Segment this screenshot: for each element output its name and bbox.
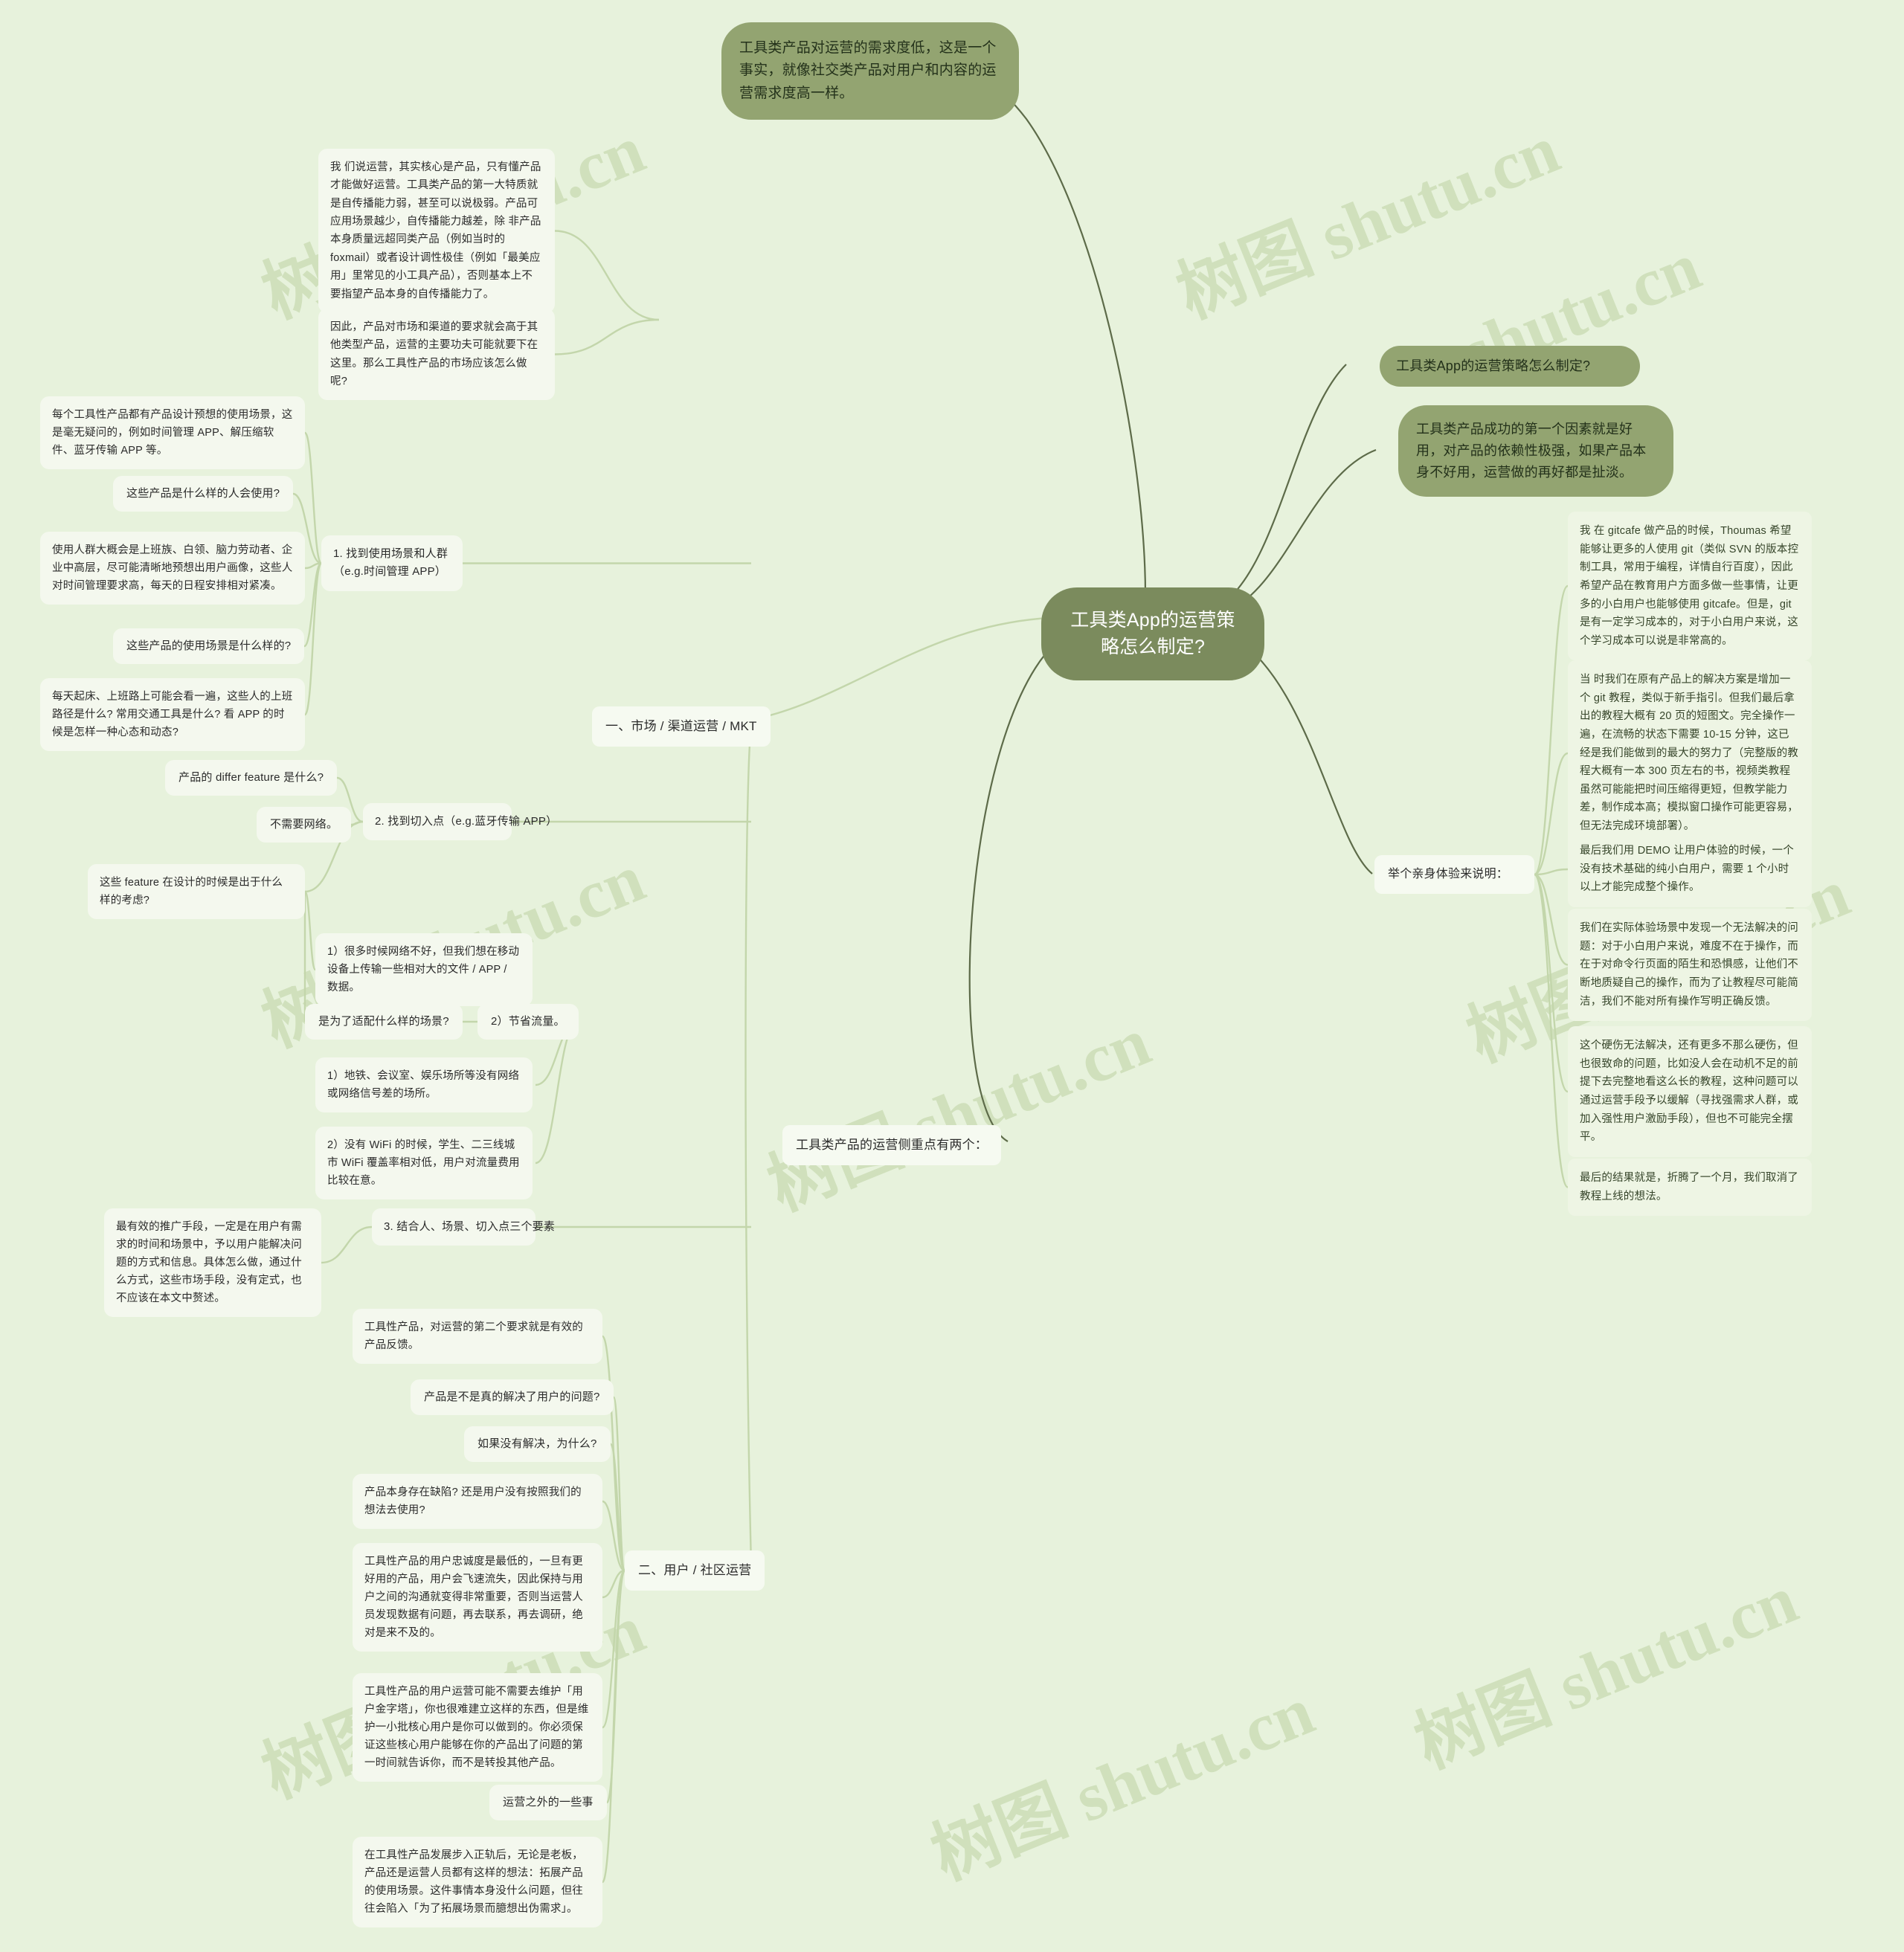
branch-one-node[interactable]: 一、市场 / 渠道运营 / MKT — [592, 706, 771, 747]
branch-one-content-5[interactable]: 每天起床、上班路上可能会看一遍，这些人的上班路径是什么? 常用交通工具是什么? … — [40, 678, 305, 752]
branch-one-content-14[interactable]: 最有效的推广手段，一定是在用户有需求的时间和场景中，予以用户能解决问题的方式和信… — [104, 1208, 321, 1318]
branch-one-content-10[interactable]: 是为了适配什么样的场景? — [305, 1004, 463, 1040]
branch-one-sub-2[interactable]: 2. 找到切入点（e.g.蓝牙传输 APP） — [363, 803, 557, 841]
branch-one-content-2[interactable]: 这些产品是什么样的人会使用? — [113, 476, 294, 512]
branch-one-content-8[interactable]: 这些 feature 在设计的时候是出于什么样的考虑? — [88, 864, 305, 920]
right-column-node-6[interactable]: 最后的结果就是，折腾了一个月，我们取消了教程上线的想法。 — [1568, 1159, 1812, 1217]
left-top-node-2[interactable]: 因此，产品对市场和渠道的要求就会高于其他类型产品，运营的主要功夫可能就要下在这里… — [318, 309, 555, 401]
branch-two-content-1[interactable]: 工具性产品，对运营的第二个要求就是有效的产品反馈。 — [353, 1309, 602, 1365]
watermark-text: 树图 shutu.cn — [921, 1672, 1324, 1894]
right-branch-node[interactable]: 举个亲身体验来说明： — [1374, 855, 1534, 894]
branch-one-content-11[interactable]: 2）节省流量。 — [477, 1004, 579, 1040]
branch-two-node[interactable]: 二、用户 / 社区运营 — [625, 1550, 765, 1591]
branch-one-sub-3[interactable]: 3. 结合人、场景、切入点三个要素 — [372, 1208, 555, 1246]
right-accent-node-2[interactable]: 工具类产品成功的第一个因素就是好用，对产品的依赖性极强，如果产品本身不好用，运营… — [1398, 405, 1673, 497]
branch-two-content-2[interactable]: 产品是不是真的解决了用户的问题? — [411, 1379, 614, 1416]
branch-one-sub-1[interactable]: 1. 找到使用场景和人群（e.g.时间管理 APP） — [321, 535, 463, 591]
branch-two-content-4[interactable]: 产品本身存在缺陷? 还是用户没有按照我们的想法去使用? — [353, 1474, 602, 1530]
right-accent-node-1[interactable]: 工具类App的运营策略怎么制定? — [1380, 346, 1640, 387]
branch-one-content-7[interactable]: 不需要网络。 — [257, 807, 352, 843]
right-column-node-3[interactable]: 最后我们用 DEMO 让用户体验的时候，一个没有技术基础的纯小白用户，需要 1 … — [1568, 831, 1812, 907]
right-column-node-5[interactable]: 这个硬伤无法解决，还有更多不那么硬伤，但也很致命的问题，比如没人会在动机不足的前… — [1568, 1026, 1812, 1157]
branch-two-content-3[interactable]: 如果没有解决，为什么? — [464, 1426, 611, 1463]
middle-note-node[interactable]: 工具类产品的运营侧重点有两个： — [782, 1125, 1001, 1165]
mindmap-canvas[interactable]: 树图 shutu.cn树图 shutu.cnshutu.cn树图 shutu.c… — [0, 0, 1904, 1952]
branch-one-content-6[interactable]: 产品的 differ feature 是什么? — [165, 760, 338, 796]
branch-one-content-12[interactable]: 1）地铁、会议室、娱乐场所等没有网络或网络信号差的场所。 — [315, 1057, 533, 1113]
branch-two-content-8[interactable]: 在工具性产品发展步入正轨后，无论是老板，产品还是运营人员都有这样的想法：拓展产品… — [353, 1837, 602, 1928]
branch-two-content-7[interactable]: 运营之外的一些事 — [489, 1785, 607, 1821]
right-column-node-2[interactable]: 当 时我们在原有产品上的解决方案是增加一个 git 教程，类似于新手指引。但我们… — [1568, 660, 1812, 846]
root-node[interactable]: 工具类App的运营策略怎么制定? — [1041, 587, 1264, 680]
right-column-node-4[interactable]: 我们在实际体验场景中发现一个无法解决的问题：对于小白用户来说，难度不在于操作，而… — [1568, 909, 1812, 1022]
branch-one-content-13[interactable]: 2）没有 WiFi 的时候，学生、二三线城市 WiFi 覆盖率相对低，用户对流量… — [315, 1127, 533, 1200]
branch-two-content-5[interactable]: 工具性产品的用户忠诚度是最低的，一旦有更好用的产品，用户会飞速流失，因此保持与用… — [353, 1543, 602, 1652]
branch-one-content-9[interactable]: 1）很多时候网络不好，但我们想在移动设备上传输一些相对大的文件 / APP / … — [315, 933, 533, 1007]
branch-one-content-1[interactable]: 每个工具性产品都有产品设计预想的使用场景，这是毫无疑问的，例如时间管理 APP、… — [40, 396, 305, 470]
watermark-text: 树图 shutu.cn — [757, 1003, 1160, 1225]
top-note-node[interactable]: 工具类产品对运营的需求度低，这是一个事实，就像社交类产品对用户和内容的运营需求度… — [721, 22, 1019, 120]
branch-one-content-4[interactable]: 这些产品的使用场景是什么样的? — [113, 628, 305, 665]
branch-two-content-6[interactable]: 工具性产品的用户运营可能不需要去维护「用户金字塔」，你也很难建立这样的东西，但是… — [353, 1673, 602, 1782]
left-top-node-1[interactable]: 我 们说运营，其实核心是产品，只有懂产品才能做好运营。工具类产品的第一大特质就是… — [318, 149, 555, 313]
branch-one-content-3[interactable]: 使用人群大概会是上班族、白领、脑力劳动者、企业中高层，尽可能清晰地预想出用户画像… — [40, 532, 305, 605]
watermark-text: 树图 shutu.cn — [1404, 1561, 1807, 1782]
right-column-node-1[interactable]: 我 在 gitcafe 做产品的时候，Thoumas 希望能够让更多的人使用 g… — [1568, 512, 1812, 661]
